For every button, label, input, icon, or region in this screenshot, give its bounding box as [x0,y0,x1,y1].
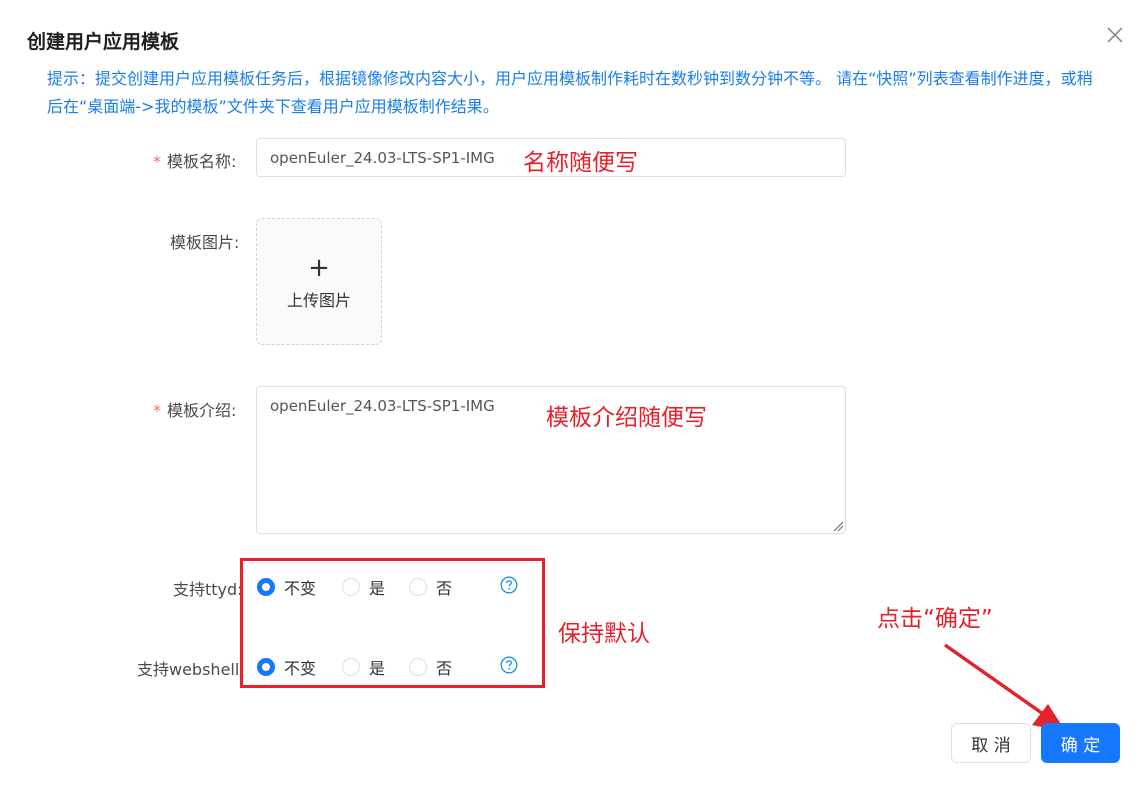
required-mark: * [153,401,161,420]
create-template-dialog: 创建用户应用模板 提示：提交创建用户应用模板任务后，根据镜像修改内容大小，用户应… [0,0,1145,785]
support-webshell-label: 支持webshell: [137,660,245,679]
image-upload-box[interactable]: + 上传图片 [256,218,382,345]
resize-grip-icon[interactable] [832,520,844,532]
plus-icon: + [308,253,330,283]
upload-image-text: 上传图片 [286,291,351,310]
template-image-label: 模板图片: [170,233,240,252]
template-name-label: * 模板名称: [153,152,237,171]
annotation-highlight-box [240,558,545,688]
template-intro-label: * 模板介绍: [153,401,237,420]
annotation-intro-hint: 模板介绍随便写 [546,405,707,431]
support-ttyd-label: 支持ttyd: [173,580,243,599]
annotation-click-ok: 点击“确定” [877,606,993,632]
tip-text: 提示：提交创建用户应用模板任务后，根据镜像修改内容大小，用户应用模板制作耗时在数… [47,69,1093,116]
close-icon[interactable] [1104,24,1126,46]
annotation-keep-default: 保持默认 [558,621,650,647]
annotation-name-hint: 名称随便写 [523,150,638,176]
dialog-title: 创建用户应用模板 [27,31,180,53]
required-mark: * [153,152,161,171]
confirm-button[interactable]: 确 定 [1041,723,1120,763]
cancel-button[interactable]: 取 消 [951,723,1031,763]
